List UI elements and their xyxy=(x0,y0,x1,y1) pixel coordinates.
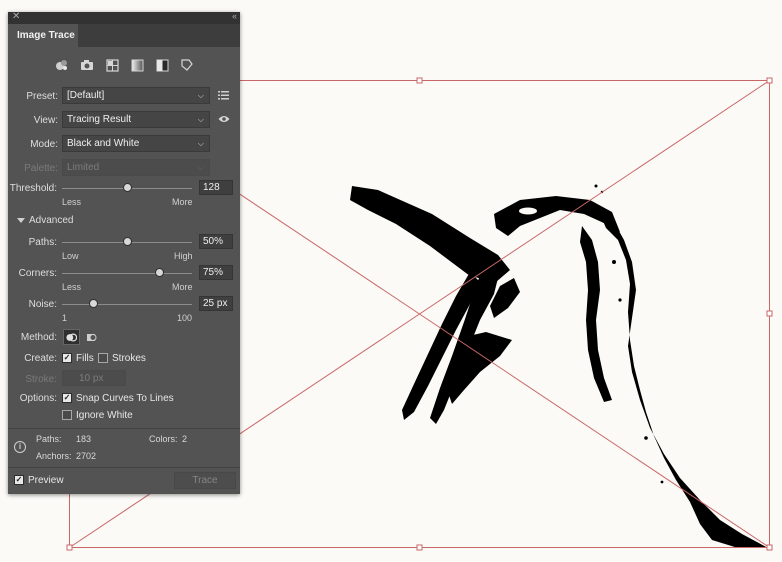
palette-dropdown: Limited ⌵ xyxy=(62,159,210,176)
threshold-min-label: Less xyxy=(62,197,82,207)
corners-slider-track[interactable] xyxy=(62,273,192,274)
threshold-slider-knob[interactable] xyxy=(122,183,132,192)
palette-value: Limited xyxy=(67,162,100,173)
stats-paths-label: Paths: xyxy=(36,434,62,444)
paths-min-label: Low xyxy=(62,251,79,261)
noise-min-label: 1 xyxy=(62,313,68,323)
mode-label: Mode: xyxy=(30,139,58,150)
threshold-value-field[interactable]: 128 xyxy=(199,180,233,195)
traced-bird-artwork[interactable] xyxy=(350,184,768,549)
threshold-label: Threshold: xyxy=(9,183,57,194)
mode-value: Black and White xyxy=(67,138,140,149)
create-label: Create: xyxy=(24,353,57,364)
paths-slider-knob[interactable] xyxy=(122,237,132,246)
preview-label: Preview xyxy=(28,475,64,486)
ignore-white-checkbox[interactable]: ✓ xyxy=(62,410,72,420)
stroke-label: Stroke: xyxy=(25,374,57,385)
paths-max-label: High xyxy=(174,251,193,261)
camera-icon[interactable] xyxy=(79,57,95,73)
fills-label: Fills xyxy=(76,353,94,364)
fills-checkbox[interactable]: ✓ xyxy=(62,353,72,363)
collapse-panel-icon[interactable]: ‹‹ xyxy=(232,11,237,21)
overlapping-method-button[interactable] xyxy=(83,329,100,345)
chevron-down-icon: ⌵ xyxy=(197,163,204,172)
corners-label: Corners: xyxy=(18,268,57,279)
corners-max-label: More xyxy=(172,282,193,292)
chevron-down-icon: ⌵ xyxy=(197,91,204,100)
divider xyxy=(8,428,240,429)
low-color-icon[interactable] xyxy=(104,57,120,73)
strokes-checkbox[interactable]: ✓ xyxy=(98,353,108,363)
abutting-method-button[interactable] xyxy=(63,329,80,345)
outline-icon[interactable] xyxy=(179,57,195,73)
paths-value-field[interactable]: 50% xyxy=(199,234,233,249)
mode-dropdown[interactable]: Black and White ⌵ xyxy=(62,135,210,152)
noise-value-field[interactable]: 25 px xyxy=(199,296,233,311)
preview-checkbox[interactable]: ✓ xyxy=(14,475,24,485)
abutting-method-icon xyxy=(66,333,77,341)
panel-tab-row: Image Trace xyxy=(8,24,240,47)
tab-image-trace[interactable]: Image Trace xyxy=(8,24,78,47)
eye-icon[interactable] xyxy=(218,115,230,126)
palette-label: Palette: xyxy=(24,163,58,174)
chevron-down-icon: ⌵ xyxy=(197,139,204,148)
chevron-down-icon: ⌵ xyxy=(197,115,204,124)
stats-colors-label: Colors: xyxy=(149,434,178,444)
view-value: Tracing Result xyxy=(67,114,132,125)
stats-anchors-label: Anchors: xyxy=(36,451,72,461)
stroke-width-field: 10 px xyxy=(62,370,126,386)
info-icon: i xyxy=(14,441,26,453)
snap-curves-checkbox[interactable]: ✓ xyxy=(62,393,72,403)
corners-min-label: Less xyxy=(62,282,82,292)
stroke-value: 10 px xyxy=(79,373,104,384)
noise-max-label: 100 xyxy=(177,313,193,323)
close-icon[interactable]: ✕ xyxy=(12,11,20,22)
auto-color-icon[interactable] xyxy=(54,57,70,73)
trace-button[interactable]: Trace xyxy=(174,472,236,489)
grayscale-icon[interactable] xyxy=(129,57,145,73)
ignore-white-label: Ignore White xyxy=(76,410,133,421)
preset-label: Preset: xyxy=(26,91,58,102)
preset-value: [Default] xyxy=(67,90,105,101)
stats-colors-value: 2 xyxy=(182,434,188,444)
preset-dropdown[interactable]: [Default] ⌵ xyxy=(62,87,210,104)
view-dropdown[interactable]: Tracing Result ⌵ xyxy=(62,111,210,128)
paths-label: Paths: xyxy=(28,237,57,248)
options-label: Options: xyxy=(19,393,57,404)
stats-anchors-value: 2702 xyxy=(76,451,97,461)
disclosure-triangle-icon xyxy=(17,217,25,223)
noise-slider-track[interactable] xyxy=(62,304,192,305)
threshold-max-label: More xyxy=(172,197,193,207)
strokes-label: Strokes xyxy=(112,353,146,364)
noise-label: Noise: xyxy=(28,299,57,310)
divider xyxy=(8,467,240,468)
image-trace-panel: ✕ ‹‹ Image Trace Preset: [Default] ⌵ Vie… xyxy=(8,11,240,494)
snap-curves-label: Snap Curves To Lines xyxy=(76,393,174,404)
preset-buttons xyxy=(8,57,240,73)
overlapping-method-icon xyxy=(87,333,97,341)
method-label: Method: xyxy=(20,332,57,343)
view-label: View: xyxy=(33,115,58,126)
noise-slider-knob[interactable] xyxy=(88,299,98,308)
advanced-label: Advanced xyxy=(29,215,74,226)
preset-list-icon[interactable] xyxy=(218,91,229,103)
stats-paths-value: 183 xyxy=(76,434,92,444)
black-and-white-icon[interactable] xyxy=(154,57,170,73)
advanced-toggle[interactable]: Advanced xyxy=(17,215,73,226)
corners-slider-knob[interactable] xyxy=(155,268,164,277)
corners-value-field[interactable]: 75% xyxy=(199,265,233,280)
panel-titlebar[interactable]: ✕ ‹‹ xyxy=(8,11,240,24)
